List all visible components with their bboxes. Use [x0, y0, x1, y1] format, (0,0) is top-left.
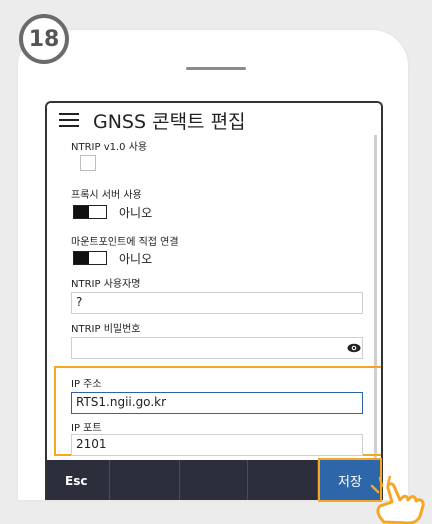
mount-label: 마운트포인트에 직접 연결 [71, 237, 179, 248]
app-screen: GNSS 콘택트 편집 NTRIP v1.0 사용 프록시 서버 사용 아니오 … [45, 101, 383, 500]
mount-value: 아니오 [119, 252, 153, 266]
proxy-value: 아니오 [119, 206, 153, 220]
toolbar-divider [109, 460, 110, 500]
ip-address-label: IP 주소 [71, 379, 102, 390]
password-field[interactable] [71, 337, 363, 359]
title-bar: GNSS 콘택트 편집 [47, 103, 381, 135]
proxy-label: 프록시 서버 사용 [71, 190, 142, 201]
pointing-hand-icon [370, 476, 425, 524]
proxy-toggle[interactable] [73, 205, 107, 219]
username-field[interactable]: ? [71, 292, 363, 314]
username-label: NTRIP 사용자명 [71, 279, 141, 290]
page-title: GNSS 콘택트 편집 [93, 111, 246, 133]
toolbar-divider [247, 460, 248, 500]
ip-address-field[interactable]: RTS1.ngii.go.kr [71, 392, 363, 414]
ntrip-v1-checkbox[interactable] [80, 155, 96, 171]
password-label: NTRIP 비밀번호 [71, 324, 141, 335]
ntrip-v1-label: NTRIP v1.0 사용 [71, 142, 148, 153]
menu-icon[interactable] [59, 113, 79, 127]
step-badge: 18 [19, 14, 69, 64]
mount-toggle[interactable] [73, 251, 107, 265]
esc-button[interactable]: Esc [65, 460, 87, 500]
eye-icon[interactable] [347, 343, 361, 353]
phone-speaker [186, 67, 246, 70]
ip-port-label: IP 포트 [71, 423, 102, 434]
toolbar-divider [179, 460, 180, 500]
ip-port-field[interactable]: 2101 [71, 434, 363, 456]
